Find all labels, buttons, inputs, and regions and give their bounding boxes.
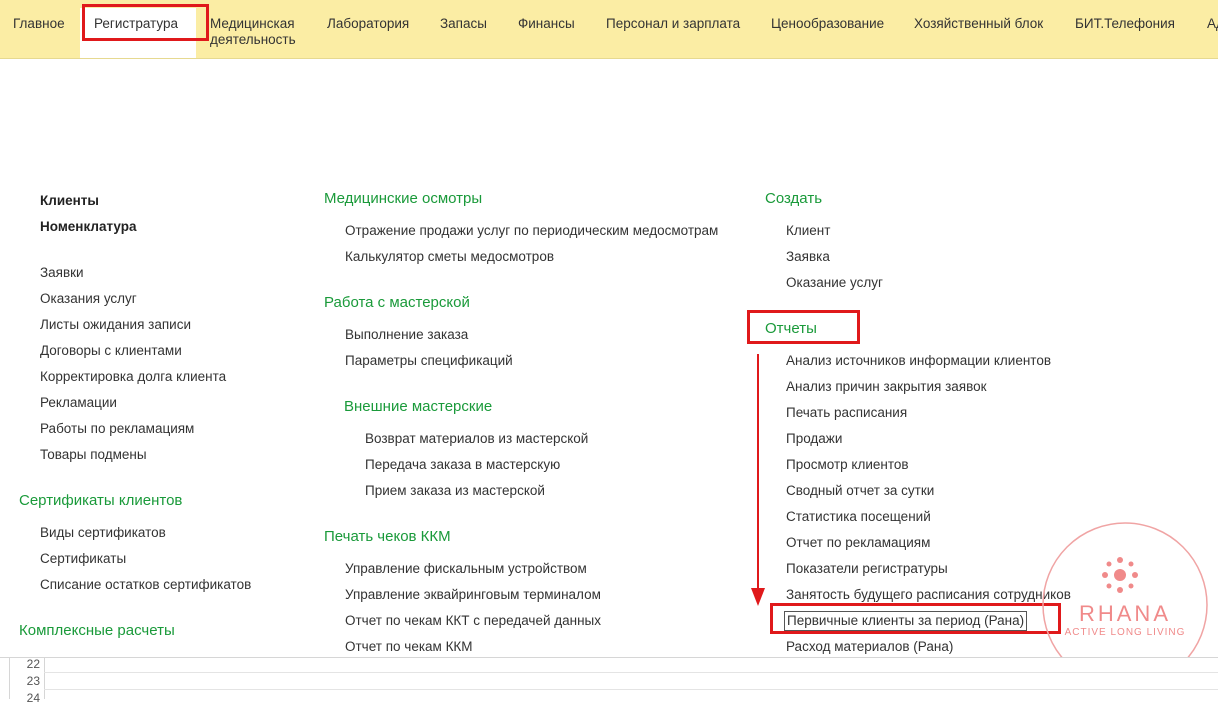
- link-nomenclature[interactable]: Номенклатура: [40, 219, 137, 235]
- grid-line: [44, 658, 45, 699]
- link-receive-order[interactable]: Прием заказа из мастерской: [365, 483, 545, 499]
- report-registry-indicators[interactable]: Показатели регистратуры: [786, 561, 948, 577]
- tab-admin[interactable]: Ад: [1207, 16, 1218, 32]
- report-view-clients[interactable]: Просмотр клиентов: [786, 457, 909, 473]
- highlight-registratura-tab: [82, 4, 209, 41]
- report-visit-stats[interactable]: Статистика посещений: [786, 509, 931, 525]
- link-certificates[interactable]: Сертификаты: [40, 551, 126, 567]
- watermark-tagline: ACTIVE LONG LIVING: [1065, 627, 1186, 638]
- link-certificate-types[interactable]: Виды сертификатов: [40, 525, 166, 541]
- heading-workshop[interactable]: Работа с мастерской: [324, 294, 470, 312]
- report-info-sources[interactable]: Анализ источников информации клиентов: [786, 353, 1051, 369]
- heading-external-workshops[interactable]: Внешние мастерские: [344, 398, 492, 416]
- heading-medical-checkups[interactable]: Медицинские осмотры: [324, 190, 482, 208]
- link-complaints[interactable]: Рекламации: [40, 395, 117, 411]
- link-complaint-works[interactable]: Работы по рекламациям: [40, 421, 194, 437]
- row-number: 22: [26, 657, 40, 671]
- link-client-contracts[interactable]: Договоры с клиентами: [40, 343, 182, 359]
- tab-medical[interactable]: Медицинская деятельность: [210, 16, 296, 48]
- link-kkm-report[interactable]: Отчет по чекам ККМ: [345, 639, 473, 655]
- spreadsheet-fragment: 22 23 24: [0, 657, 1218, 705]
- highlight-primary-clients: [770, 603, 1061, 634]
- report-closure-reasons[interactable]: Анализ причин закрытия заявок: [786, 379, 987, 395]
- link-certificate-writeoff[interactable]: Списание остатков сертификатов: [40, 577, 251, 593]
- tab-finance[interactable]: Финансы: [518, 16, 575, 32]
- tab-stock[interactable]: Запасы: [440, 16, 487, 32]
- link-debt-correction[interactable]: Корректировка долга клиента: [40, 369, 226, 385]
- row-number: 24: [26, 691, 40, 705]
- report-schedule-print[interactable]: Печать расписания: [786, 405, 907, 421]
- heading-create[interactable]: Создать: [765, 190, 822, 208]
- link-service-provisions[interactable]: Оказания услуг: [40, 291, 137, 307]
- link-fiscal-device[interactable]: Управление фискальным устройством: [345, 561, 587, 577]
- link-spec-params[interactable]: Параметры спецификаций: [345, 353, 513, 369]
- link-requests[interactable]: Заявки: [40, 265, 84, 281]
- link-waiting-lists[interactable]: Листы ожидания записи: [40, 317, 191, 333]
- link-create-client[interactable]: Клиент: [786, 223, 830, 239]
- link-checkup-calculator[interactable]: Калькулятор сметы медосмотров: [345, 249, 554, 265]
- link-order-execution[interactable]: Выполнение заказа: [345, 327, 468, 343]
- red-arrow-annotation: [751, 354, 765, 606]
- link-replacement-goods[interactable]: Товары подмены: [40, 447, 147, 463]
- link-create-service[interactable]: Оказание услуг: [786, 275, 883, 291]
- tab-personnel[interactable]: Персонал и зарплата: [606, 16, 740, 32]
- grid-line: [44, 672, 1218, 673]
- link-clients[interactable]: Клиенты: [40, 193, 99, 209]
- watermark-brand: RHANA: [1079, 601, 1171, 626]
- row-number: 23: [26, 674, 40, 688]
- link-acquiring-terminal[interactable]: Управление эквайринговым терминалом: [345, 587, 601, 603]
- grid-line: [44, 689, 1218, 690]
- highlight-reports-heading: [747, 310, 860, 344]
- link-transfer-order[interactable]: Передача заказа в мастерскую: [365, 457, 560, 473]
- tab-pricing[interactable]: Ценообразование: [771, 16, 884, 32]
- tab-laboratory[interactable]: Лаборатория: [327, 16, 409, 32]
- report-future-schedule[interactable]: Занятость будущего расписания сотруднико…: [786, 587, 1071, 603]
- link-return-materials[interactable]: Возврат материалов из мастерской: [365, 431, 588, 447]
- link-create-request[interactable]: Заявка: [786, 249, 830, 265]
- link-kkt-report[interactable]: Отчет по чекам ККТ с передачей данных: [345, 613, 601, 629]
- link-checkup-sales[interactable]: Отражение продажи услуг по периодическим…: [345, 223, 718, 239]
- report-complaints[interactable]: Отчет по рекламациям: [786, 535, 930, 551]
- heading-client-certificates[interactable]: Сертификаты клиентов: [19, 492, 182, 510]
- tab-main[interactable]: Главное: [13, 16, 65, 32]
- report-material-usage[interactable]: Расход материалов (Рана): [786, 639, 953, 655]
- report-sales[interactable]: Продажи: [786, 431, 842, 447]
- tab-telephony[interactable]: БИТ.Телефония: [1075, 16, 1175, 32]
- report-daily-summary[interactable]: Сводный отчет за сутки: [786, 483, 934, 499]
- heading-kkm-printing[interactable]: Печать чеков ККМ: [324, 528, 451, 546]
- heading-complex-settlements[interactable]: Комплексные расчеты: [19, 622, 175, 640]
- tab-household[interactable]: Хозяйственный блок: [914, 16, 1043, 32]
